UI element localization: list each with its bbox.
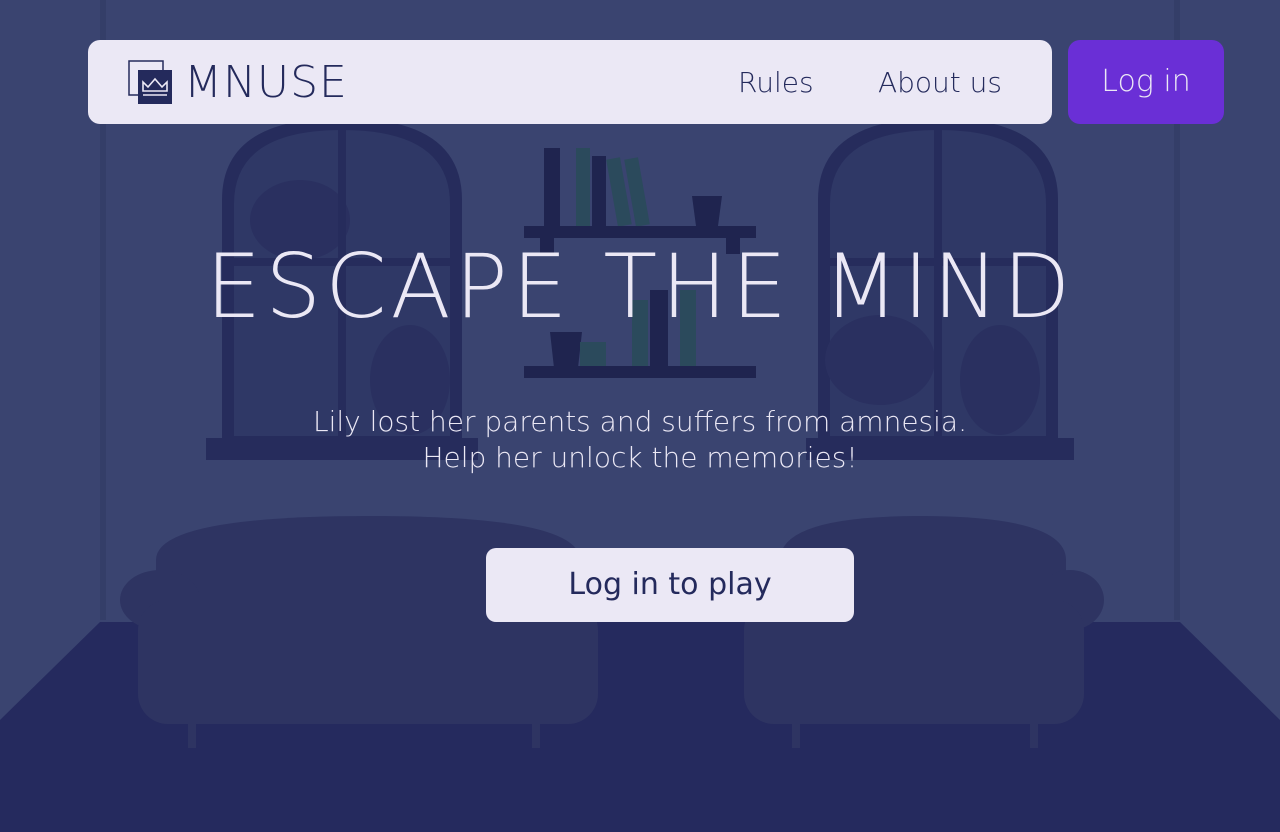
hero-title: ESCAPE THE MIND — [205, 235, 1075, 338]
brand-logo[interactable]: MNUSE — [128, 60, 348, 106]
top-navbar: MNUSE Rules About us — [88, 40, 1052, 124]
hero-subtitle-line-2: Help her unlock the memories! — [422, 441, 858, 474]
login-button[interactable]: Log in — [1068, 40, 1224, 124]
hero-subtitle-line-1: Lily lost her parents and suffers from a… — [313, 405, 967, 438]
hero-subtitle: Lily lost her parents and suffers from a… — [0, 404, 1280, 476]
nav-link-about-us[interactable]: About us — [878, 66, 1002, 100]
login-to-play-button[interactable]: Log in to play — [486, 548, 854, 622]
brand-name: MNUSE — [184, 57, 348, 108]
page: MNUSE Rules About us Log in ESCAPE THE M… — [0, 0, 1280, 832]
nav-link-rules[interactable]: Rules — [738, 66, 814, 100]
crown-logo-icon — [128, 60, 172, 104]
